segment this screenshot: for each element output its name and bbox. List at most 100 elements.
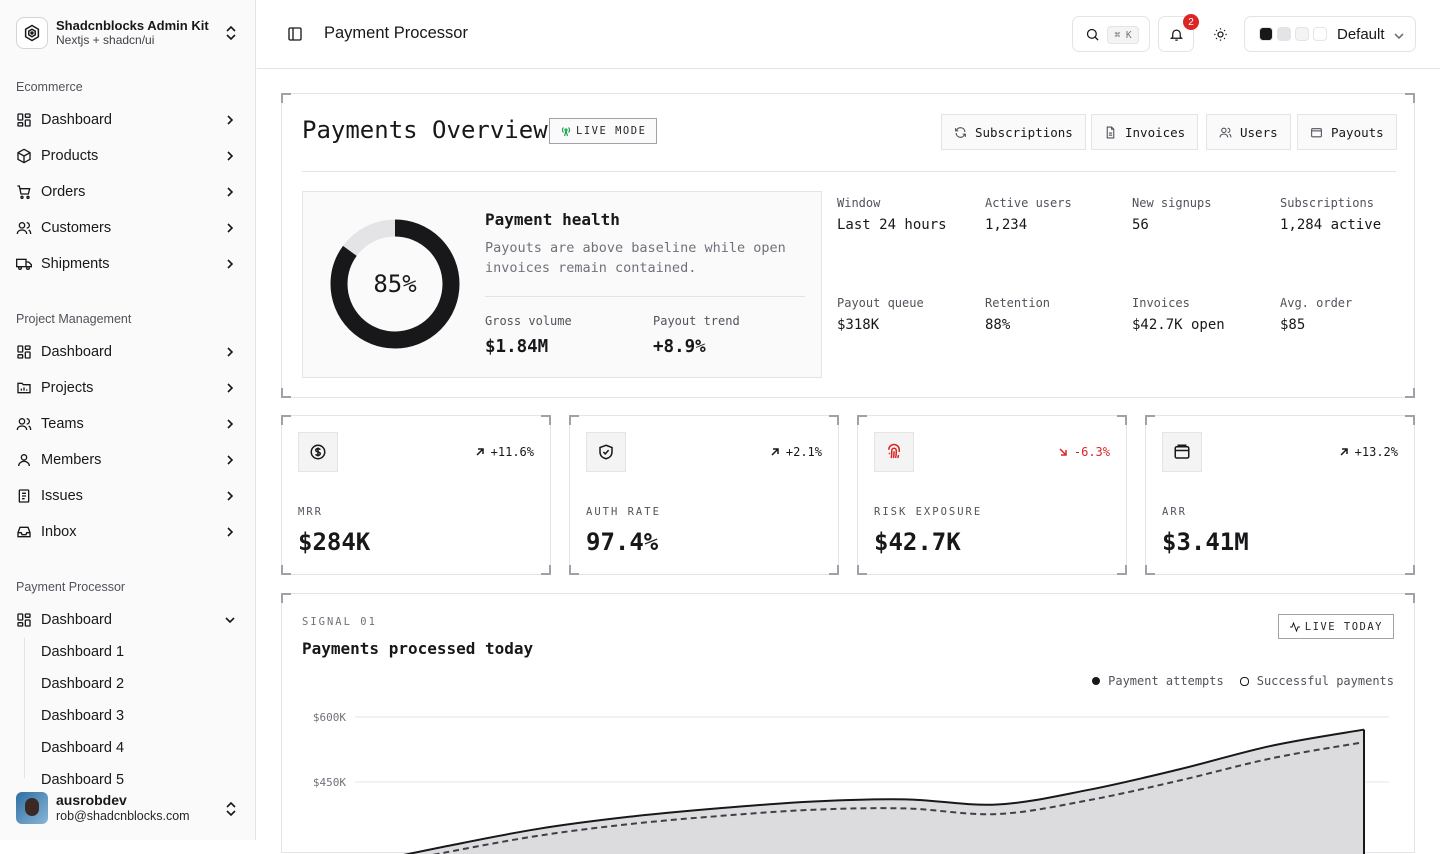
chevron-right-icon [227, 187, 234, 197]
notification-badge: 2 [1183, 14, 1199, 30]
bell-icon [1169, 29, 1183, 41]
payout-trend-label: Payout trend [653, 314, 740, 328]
chevron-right-icon [227, 527, 234, 537]
layout-dashboard-icon [17, 345, 31, 359]
brand-subtitle: Nextjs + shadcn/ui [56, 33, 155, 47]
submenu-line [24, 638, 25, 778]
chevron-right-icon [227, 259, 234, 269]
sidebar-subitem-dashboard-4[interactable]: Dashboard 4 [41, 740, 124, 756]
topbar: Payment Processor ⌘ K 2 Default [257, 0, 1440, 69]
sidebar-item-products[interactable]: Products [16, 142, 240, 170]
payouts-button[interactable]: Payouts [1297, 114, 1397, 150]
chevrons-up-down-icon [226, 801, 236, 817]
stat-label: Retention [985, 296, 1051, 310]
theme-select[interactable]: Default [1244, 16, 1416, 52]
avatar [16, 792, 48, 824]
layout-dashboard-icon [17, 613, 31, 627]
arrow-up-right-icon [771, 448, 779, 456]
button-label: Invoices [1125, 124, 1186, 140]
sidebar-item-pm-dashboard[interactable]: Dashboard [16, 338, 240, 366]
sun-icon [1213, 27, 1227, 41]
sidebar-item-orders[interactable]: Orders [16, 178, 240, 206]
kpi-delta-value: +13.2% [1354, 445, 1398, 459]
clipboard-list-icon [18, 489, 30, 503]
sidebar-item-label: Members [41, 452, 102, 468]
sidebar-item-shipments[interactable]: Shipments [16, 250, 240, 278]
user-name: ausrobdev [56, 792, 127, 808]
sidebar-item-payment-dashboard[interactable]: Dashboard [16, 606, 240, 634]
kpi-delta: +11.6% [475, 445, 534, 459]
package-icon [17, 148, 31, 164]
stat-value: 1,284 active [1280, 217, 1382, 233]
y-tick-label: $450K [313, 776, 346, 789]
sidebar-item-label: Dashboard [41, 112, 112, 128]
brand-logo-icon [16, 17, 48, 49]
legend-dot-attempts [1092, 677, 1101, 685]
sidebar-subitem-dashboard-1[interactable]: Dashboard 1 [41, 644, 124, 660]
invoices-button[interactable]: Invoices [1091, 114, 1199, 150]
user-menu[interactable]: ausrobdev rob@shadcnblocks.com [16, 791, 240, 825]
refresh-icon [955, 126, 966, 138]
notifications-button[interactable]: 2 [1158, 14, 1199, 52]
brand-switcher[interactable]: Shadcnblocks Admin Kit Nextjs + shadcn/u… [16, 16, 240, 50]
sidebar-subitem-dashboard-5[interactable]: Dashboard 5 [41, 772, 124, 788]
sidebar-item-label: Products [41, 148, 99, 164]
divider [302, 171, 1396, 172]
sidebar-item-label: Customers [41, 220, 112, 236]
sidebar-toggle-icon[interactable] [287, 26, 303, 42]
sidebar-item-inbox[interactable]: Inbox [16, 518, 240, 546]
stat-label: Subscriptions [1280, 196, 1374, 210]
chevron-right-icon [227, 115, 234, 125]
theme-swatch [1259, 27, 1273, 41]
live-today-tag[interactable]: LIVE TODAY [1277, 614, 1394, 639]
kpi-card-auth-rate: +2.1% AUTH RATE 97.4% [569, 415, 839, 575]
live-mode-tag: LIVE MODE [549, 118, 658, 144]
button-label: Users [1240, 124, 1278, 140]
payment-health-panel: 85% Payment health Payouts are above bas… [302, 191, 822, 378]
sidebar-item-label: Dashboard [41, 612, 112, 628]
button-label: Payouts [1331, 124, 1384, 140]
stat-value: 88% [985, 317, 1011, 333]
health-percent: 85% [373, 270, 417, 298]
kpi-card-mrr: +11.6% MRR $284K [281, 415, 551, 575]
chevron-right-icon [227, 347, 234, 357]
layout-dashboard-icon [17, 113, 31, 127]
kpi-card-arr: +13.2% ARR $3.41M [1145, 415, 1415, 575]
sidebar-subitem-dashboard-2[interactable]: Dashboard 2 [41, 676, 124, 692]
search-button[interactable]: ⌘ K [1072, 16, 1150, 52]
sidebar-item-label: Issues [41, 488, 83, 504]
theme-toggle-button[interactable] [1202, 16, 1238, 52]
health-description: Payouts are above baseline while open in… [485, 240, 786, 276]
kpi-delta: +13.2% [1339, 445, 1398, 459]
arrow-up-right-icon [1340, 448, 1348, 456]
sidebar-item-customers[interactable]: Customers [16, 214, 240, 242]
user-icon [18, 454, 30, 467]
folder-icon [17, 382, 31, 394]
chevron-right-icon [227, 383, 234, 393]
group-label-ecommerce: Ecommerce [16, 80, 83, 94]
stat-label: New signups [1132, 196, 1212, 210]
search-icon [1086, 28, 1099, 41]
brand-title: Shadcnblocks Admin Kit [56, 18, 209, 33]
subscriptions-button[interactable]: Subscriptions [941, 114, 1086, 150]
chevron-down-icon [225, 617, 235, 624]
payments-overview-card: Payments Overview LIVE MODE Subscription… [281, 93, 1415, 398]
sidebar-item-teams[interactable]: Teams [16, 410, 240, 438]
sidebar-subitem-dashboard-3[interactable]: Dashboard 3 [41, 708, 124, 724]
file-text-icon [1106, 126, 1115, 138]
legend-label: Successful payments [1256, 674, 1394, 688]
shopping-cart-icon [17, 185, 31, 199]
sidebar-item-issues[interactable]: Issues [16, 482, 240, 510]
shield-check-icon [586, 432, 626, 472]
sidebar-item-projects[interactable]: Projects [16, 374, 240, 402]
payments-chart-card: SIGNAL 01 Payments processed today LIVE … [281, 593, 1415, 854]
sidebar-item-ecommerce-dashboard[interactable]: Dashboard [16, 106, 240, 134]
sidebar-item-label: Orders [41, 184, 86, 200]
chevron-right-icon [227, 223, 234, 233]
users-button[interactable]: Users [1206, 114, 1291, 150]
sidebar-item-members[interactable]: Members [16, 446, 240, 474]
stat-value: $85 [1280, 317, 1306, 333]
divider [485, 296, 805, 297]
stat-value: Last 24 hours [837, 217, 947, 233]
sidebar-item-label: Shipments [41, 256, 110, 272]
